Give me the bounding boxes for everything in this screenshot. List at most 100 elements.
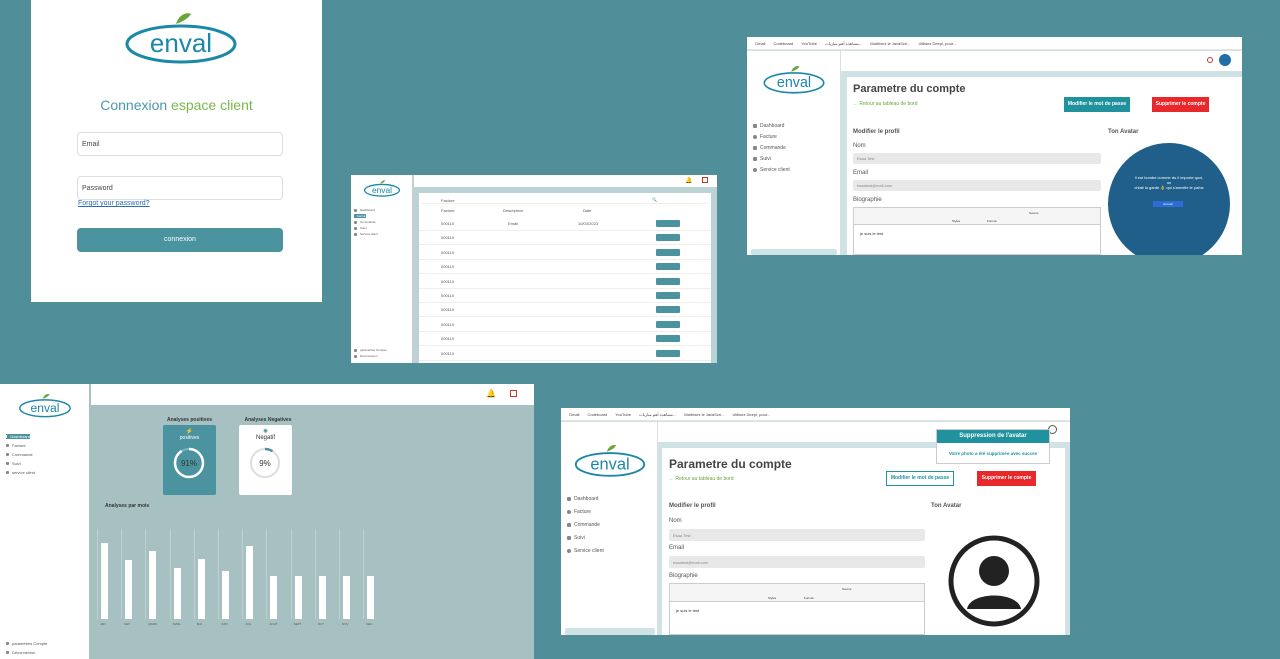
positive-title: Analyses positives: [166, 417, 213, 423]
delete-account-button[interactable]: Supprimer le compte: [1152, 97, 1209, 112]
sidebar-item-commande[interactable]: Commande: [567, 522, 604, 528]
avatar-button[interactable]: Accueil: [1153, 201, 1183, 207]
row-action-button[interactable]: [656, 292, 680, 299]
sidebar: enval Dashboard Facture Commande Suivi s…: [0, 384, 89, 659]
delete-account-button[interactable]: Supprimer le compte: [977, 471, 1036, 486]
sidebar-item-commande[interactable]: Commande: [354, 220, 378, 224]
sidebar-item-service-client[interactable]: service client: [6, 470, 35, 475]
bookmark-deepl[interactable]: Utilisez Deepl, pour...: [732, 412, 770, 417]
sidebar-nav: Dashboard Facture Commande Suivi Service…: [354, 208, 378, 238]
row-action-button[interactable]: [656, 320, 680, 328]
bio-editor[interactable]: je suis le test: [669, 602, 925, 635]
row-action-button[interactable]: [656, 335, 680, 343]
sidebar-item-commande[interactable]: Commande: [753, 145, 790, 151]
toolbar-format-select[interactable]: Format: [804, 596, 814, 600]
tick-label: OCT: [317, 622, 325, 626]
toolbar-styles-select[interactable]: Styles: [952, 219, 960, 223]
bookmark-gmail[interactable]: Gmail: [755, 41, 765, 46]
enval-logo: enval: [19, 393, 71, 418]
bar-mai: [197, 558, 205, 619]
sidebar-item-dashboard[interactable]: Dashboard: [567, 496, 604, 502]
sidebar-item-facture[interactable]: Facture: [567, 509, 604, 515]
name-field[interactable]: Esaa Test: [669, 529, 925, 541]
sidebar-item-dashboard[interactable]: Dashboard: [354, 208, 378, 212]
toolbar-source-button[interactable]: Source: [842, 587, 852, 591]
email-field[interactable]: esaatest@mail.com: [669, 556, 925, 568]
bell-icon[interactable]: 🔔: [685, 177, 692, 184]
cart-icon: [753, 146, 757, 150]
sidebar-item-label: Commande: [760, 145, 786, 151]
sidebar-item-suivi[interactable]: Suivi: [354, 226, 378, 230]
sidebar-item-service-client[interactable]: Service client: [567, 548, 604, 554]
bookmark-deepl[interactable]: Utilisez Deepl, pour...: [918, 41, 956, 46]
toolbar-format-select[interactable]: Format: [987, 219, 997, 223]
column-header-facture: Facture: [441, 208, 455, 213]
sidebar-item-settings[interactable]: paramètres Compte: [354, 348, 387, 352]
back-link[interactable]: ← Retour au tableau de bord: [853, 101, 918, 107]
bookmark-javascript[interactable]: Maîtrisez le JavaScri...: [870, 41, 910, 46]
row-action-button[interactable]: [656, 234, 680, 242]
bookmark-youtube[interactable]: YouTube: [615, 412, 631, 417]
menu-icon[interactable]: [510, 390, 517, 397]
bar-juil: [246, 546, 254, 619]
bio-editor[interactable]: je suis le test: [853, 225, 1101, 255]
name-field[interactable]: Esaa Test: [853, 153, 1101, 164]
menu-icon[interactable]: [702, 177, 708, 183]
sidebar-item-dashboard[interactable]: Dashboard: [6, 434, 30, 439]
page-title: Parametre du compte: [853, 83, 966, 95]
sidebar-item-commande[interactable]: Commande: [6, 452, 35, 457]
sidebar-item-service-client[interactable]: Service client: [354, 232, 378, 236]
row-action-button[interactable]: [656, 263, 680, 271]
sidebar-item-facture[interactable]: Facture: [354, 214, 367, 218]
back-link[interactable]: ← Retour au tableau de bord: [669, 476, 734, 482]
table-row: 000110: [419, 303, 711, 318]
top-bar: 🔔: [414, 175, 717, 187]
bell-icon[interactable]: 🔔: [486, 389, 496, 398]
sidebar-item-facture[interactable]: Facture: [6, 443, 35, 448]
cell-facture: 000110: [441, 293, 455, 298]
sidebar-item-suivi[interactable]: Suivi: [567, 535, 604, 541]
toolbar-styles-select[interactable]: Styles: [768, 596, 776, 600]
sidebar-item-settings[interactable]: paramètres Compte: [6, 641, 47, 646]
sidebar-item-facture[interactable]: Facture: [753, 134, 790, 140]
sidebar-item-service-client[interactable]: Service client: [753, 167, 790, 173]
change-password-button[interactable]: Modifier le mot de passe: [1064, 97, 1130, 112]
toolbar-source-button[interactable]: Source: [1029, 211, 1039, 215]
row-action-button[interactable]: [656, 349, 680, 357]
email-label: Email: [853, 170, 869, 176]
email-field[interactable]: Email: [77, 132, 283, 156]
tracking-icon: [354, 226, 357, 230]
bookmark-arabic[interactable]: مشاهدة أهم مباريات...: [825, 41, 862, 46]
row-action-button[interactable]: [656, 306, 680, 314]
password-field[interactable]: Password: [77, 176, 283, 200]
sidebar-item-label: paramètres Compte: [360, 348, 387, 352]
connexion-button[interactable]: connexion: [77, 228, 283, 252]
sidebar-nav: Dashboard Facture Commande Suivi Service…: [747, 123, 790, 178]
cart-icon: [6, 453, 9, 456]
bookmark-arabic[interactable]: مشاهدة أهم مباريات...: [639, 412, 676, 417]
sidebar-item-suivi[interactable]: Suivi: [753, 156, 790, 162]
account-main: Parametre du compte ← Retour au tableau …: [847, 77, 1242, 255]
avatar[interactable]: [1219, 54, 1231, 66]
sidebar-item-logout[interactable]: Déconnexion: [354, 354, 387, 358]
sidebar-item-dashboard[interactable]: Dashboard: [753, 123, 790, 129]
row-action-button[interactable]: [656, 277, 680, 285]
search-icon[interactable]: 🔍: [652, 197, 657, 202]
bookmark-codeboard[interactable]: Codeboard: [773, 41, 793, 46]
bio-label: Biographie: [669, 573, 698, 579]
row-action-button[interactable]: [656, 220, 680, 227]
bookmark-codeboard[interactable]: Codeboard: [587, 412, 607, 417]
sidebar-item-logout[interactable]: Déconnexion: [6, 650, 47, 655]
bookmark-javascript[interactable]: Maîtrisez le JavaScri...: [684, 412, 724, 417]
change-password-button[interactable]: Modifier le mot de passe: [886, 471, 954, 486]
forgot-password-link[interactable]: Forgot your password?: [78, 200, 150, 207]
row-action-button[interactable]: [656, 248, 680, 256]
sidebar: enval Dashboard Facture Commande Suivi S…: [561, 422, 658, 635]
bookmark-youtube[interactable]: YouTube: [801, 41, 817, 46]
tick-label: JUIN: [221, 622, 228, 626]
table-row: 000110: [419, 318, 711, 332]
sidebar-item-suivi[interactable]: Suivi: [6, 461, 35, 466]
notification-icon[interactable]: [1207, 57, 1213, 63]
bookmark-gmail[interactable]: Gmail: [569, 412, 579, 417]
email-field[interactable]: esaatest@mail.com: [853, 180, 1101, 191]
